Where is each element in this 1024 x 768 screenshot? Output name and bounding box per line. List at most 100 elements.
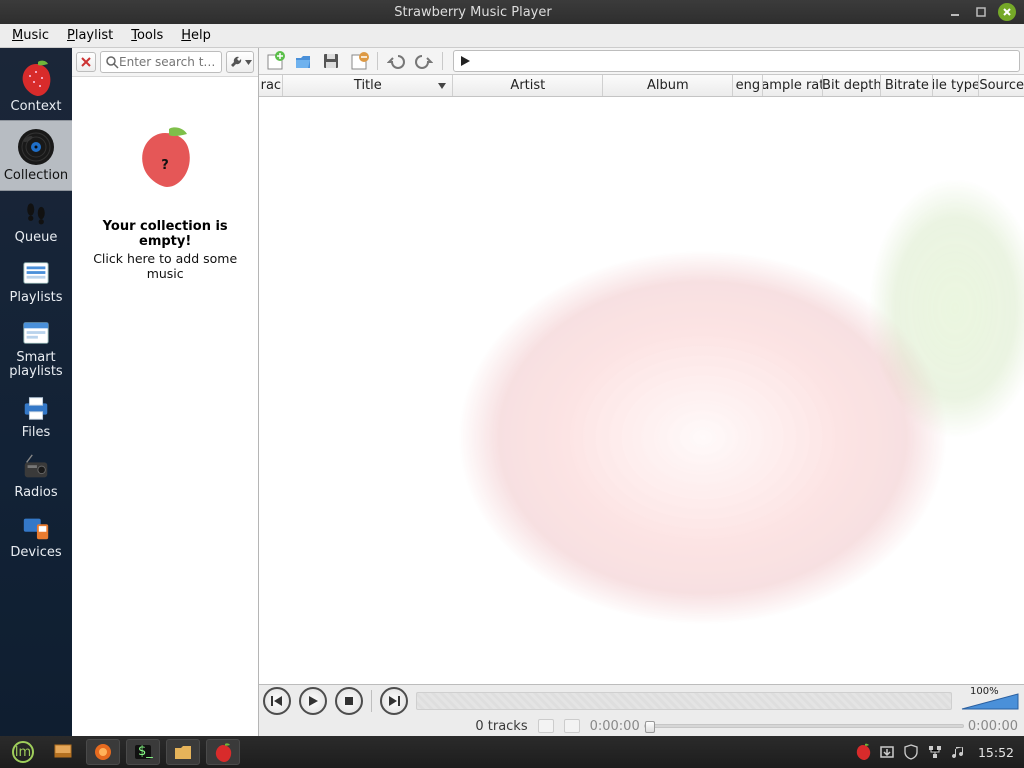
show-desktop[interactable]	[46, 739, 80, 765]
menubar: Music Playlist Tools Help	[0, 24, 1024, 48]
tray-strawberry-icon[interactable]	[854, 743, 872, 761]
wrench-icon	[229, 55, 243, 69]
col-filetype[interactable]: ile type	[933, 75, 979, 96]
tray-shield-icon[interactable]	[902, 743, 920, 761]
open-playlist-button[interactable]	[291, 49, 315, 73]
tray-clock[interactable]: 15:52	[974, 745, 1018, 760]
save-playlist-button[interactable]	[319, 49, 343, 73]
strawberry-icon	[16, 58, 56, 98]
playlist-toolbar	[259, 48, 1024, 75]
task-strawberry[interactable]	[206, 739, 240, 765]
system-taskbar: lm $_ 15:52	[0, 736, 1024, 768]
sidebar-item-devices[interactable]: Devices	[0, 506, 72, 566]
dynamic-mode-bar[interactable]	[453, 50, 1020, 72]
col-track[interactable]: rac	[259, 75, 283, 96]
transport-bar: 100% 0 tracks 0:00:00 0:00:00	[259, 684, 1024, 736]
col-title[interactable]: Title	[283, 75, 453, 96]
menu-help[interactable]: Help	[173, 26, 219, 45]
volume-slider[interactable]: 100%	[960, 690, 1020, 712]
sidebar-item-radios[interactable]: Radios	[0, 446, 72, 506]
sidebar-item-label: Files	[22, 426, 51, 440]
task-files[interactable]	[166, 739, 200, 765]
sidebar-item-label: Collection	[4, 169, 68, 183]
clear-playlist-button[interactable]	[347, 49, 371, 73]
toolbar-separator	[377, 52, 378, 70]
tray-updates-icon[interactable]	[878, 743, 896, 761]
titlebar: Strawberry Music Player	[0, 0, 1024, 24]
menu-playlist[interactable]: Playlist	[59, 26, 121, 45]
collection-empty-state[interactable]: ? Your collection is empty! Click here t…	[72, 77, 258, 736]
empty-title: Your collection is empty!	[80, 219, 250, 249]
search-clear[interactable]	[76, 52, 96, 72]
vinyl-icon	[16, 127, 56, 167]
play-button[interactable]	[299, 687, 327, 715]
tray-network-icon[interactable]	[926, 743, 944, 761]
col-samplerate[interactable]: ample rat	[763, 75, 823, 96]
col-bitdepth[interactable]: Bit depth	[823, 75, 881, 96]
mini-seek: 0:00:00 0:00:00	[590, 722, 1018, 730]
sidebar-item-label: Devices	[10, 546, 61, 560]
search-input[interactable]	[119, 55, 217, 69]
shuffle-button[interactable]	[564, 719, 580, 733]
sidebar-item-label: Queue	[15, 231, 58, 245]
col-album[interactable]: Album	[603, 75, 733, 96]
window-close[interactable]	[998, 3, 1016, 21]
task-firefox[interactable]	[86, 739, 120, 765]
footsteps-icon	[20, 197, 52, 229]
toolbar-separator	[442, 52, 443, 70]
chevron-down-icon	[245, 60, 252, 65]
collection-panel: ? Your collection is empty! Click here t…	[72, 48, 259, 736]
col-source[interactable]: Source	[979, 75, 1024, 96]
sidebar-item-queue[interactable]: Queue	[0, 191, 72, 251]
svg-text:?: ?	[161, 158, 169, 173]
start-menu[interactable]: lm	[6, 739, 40, 765]
stop-button[interactable]	[335, 687, 363, 715]
window-minimize[interactable]	[946, 3, 964, 21]
sidebar-item-playlists[interactable]: Playlists	[0, 251, 72, 311]
sidebar-item-context[interactable]: Context	[0, 52, 72, 120]
radio-icon	[20, 452, 52, 484]
main-area: rac Title Artist Album eng ample rat Bit…	[259, 48, 1024, 736]
menu-tools[interactable]: Tools	[123, 26, 171, 45]
tray-sound-icon[interactable]	[950, 743, 968, 761]
sidebar-item-smart-playlists[interactable]: Smart playlists	[0, 311, 72, 386]
menu-music[interactable]: Music	[4, 26, 57, 45]
search-icon	[105, 55, 119, 69]
collection-options[interactable]	[226, 51, 254, 73]
redo-button[interactable]	[412, 49, 436, 73]
sidebar-item-label: Context	[11, 100, 62, 114]
playlist-view[interactable]	[259, 97, 1024, 684]
empty-subtitle: Click here to add some music	[80, 251, 250, 281]
search-box[interactable]	[100, 51, 222, 73]
sidebar-item-collection[interactable]: Collection	[0, 120, 72, 190]
window-maximize[interactable]	[972, 3, 990, 21]
play-icon	[458, 54, 472, 68]
seek-slider[interactable]	[644, 724, 964, 728]
time-total: 0:00:00	[968, 719, 1018, 734]
time-elapsed: 0:00:00	[590, 719, 640, 734]
collection-toolbar	[72, 48, 258, 77]
devices-icon	[20, 512, 52, 544]
next-button[interactable]	[380, 687, 408, 715]
sidebar-item-files[interactable]: Files	[0, 386, 72, 446]
sidebar-item-label: Radios	[14, 486, 57, 500]
col-artist[interactable]: Artist	[453, 75, 603, 96]
transport-separator	[371, 690, 372, 712]
sidebar-item-label: Playlists	[10, 291, 63, 305]
sort-desc-icon	[438, 83, 446, 89]
track-count: 0 tracks	[475, 719, 527, 734]
repeat-button[interactable]	[538, 719, 554, 733]
sidebar: Context Collection	[0, 48, 72, 736]
col-length[interactable]: eng	[733, 75, 763, 96]
sidebar-item-label: Smart playlists	[9, 351, 62, 380]
time-slider[interactable]	[416, 692, 952, 710]
printer-icon	[20, 392, 52, 424]
prev-button[interactable]	[263, 687, 291, 715]
new-playlist-button[interactable]	[263, 49, 287, 73]
window-title: Strawberry Music Player	[8, 5, 938, 20]
undo-button[interactable]	[384, 49, 408, 73]
task-terminal[interactable]: $_	[126, 739, 160, 765]
strawberry-question-icon: ?	[129, 125, 201, 189]
svg-text:$_: $_	[138, 744, 153, 759]
col-bitrate[interactable]: Bitrate	[881, 75, 933, 96]
